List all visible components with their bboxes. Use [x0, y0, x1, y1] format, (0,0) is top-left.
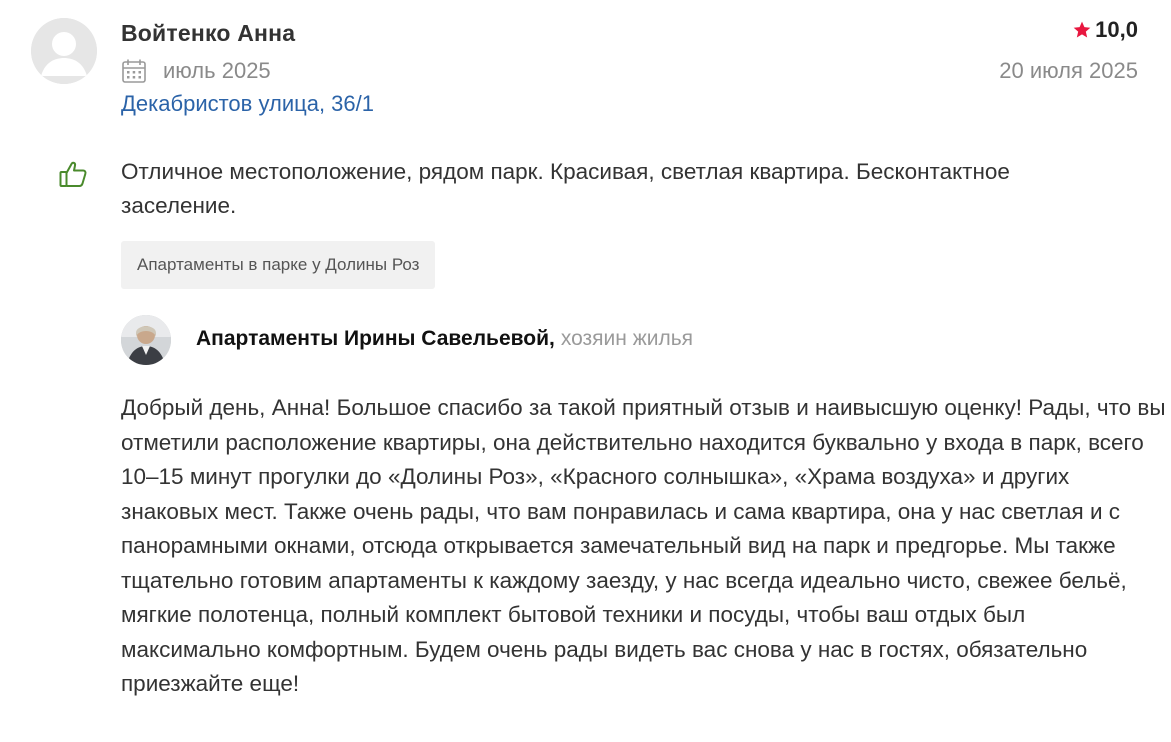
host-name: Апартаменты Ирины Савельевой,: [196, 327, 555, 350]
thumbs-up-icon: [59, 161, 87, 187]
host-avatar: [121, 315, 171, 365]
host-photo: [121, 315, 171, 365]
calendar-icon: [122, 59, 146, 83]
host-reply-text: Добрый день, Анна! Большое спасибо за та…: [121, 395, 1166, 696]
user-placeholder-icon: [31, 18, 97, 84]
host-role: хозяин жилья: [560, 327, 694, 350]
rating-badge: 10,0: [1072, 17, 1138, 43]
host-line: Апартаменты Ирины Савельевой, хозяин жиль…: [196, 327, 693, 351]
rating-value: 10,0: [1095, 17, 1138, 42]
star-icon: [1073, 21, 1091, 38]
property-tag[interactable]: Апартаменты в парке у Долины Роз: [121, 241, 436, 289]
author-avatar: [31, 18, 97, 84]
address-link[interactable]: Декабристов улица, 36/1: [121, 91, 374, 117]
stay-period: июль 2025: [121, 58, 271, 84]
review-date: 20 июля 2025: [999, 58, 1138, 83]
author-name: Войтенко Анна: [121, 20, 296, 46]
review-positive-text: Отличное местоположение, рядом парк. Кра…: [121, 159, 1010, 218]
stay-date: июль 2025: [163, 58, 271, 83]
